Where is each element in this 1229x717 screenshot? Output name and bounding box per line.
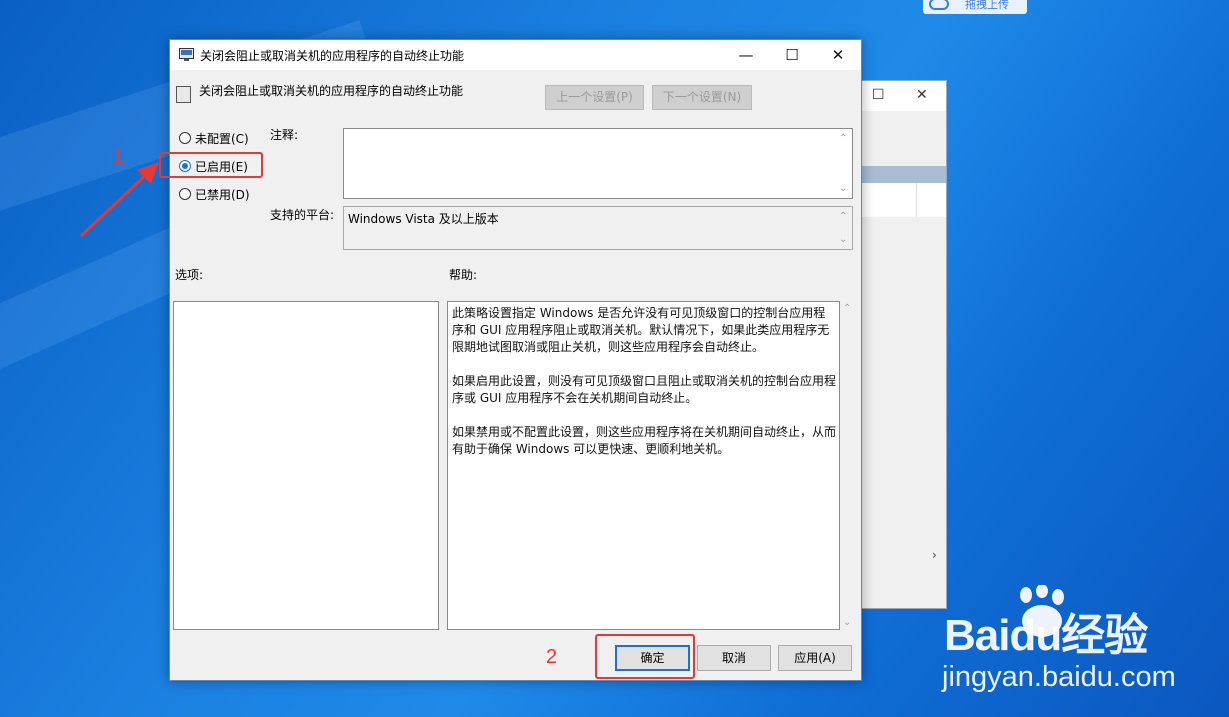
options-panel (173, 301, 439, 630)
help-paragraph: 如果启用此设置，则没有可见顶级窗口且阻止或取消关机的控制台应用程序或 GUI 应… (452, 374, 837, 405)
platform-value: Windows Vista 及以上版本 (348, 212, 499, 226)
platform-scrollbar[interactable]: ⌃ ⌄ (836, 207, 852, 249)
background-window[interactable]: ☐ ✕ › (862, 80, 947, 609)
help-text: 此策略设置指定 Windows 是否允许没有可见顶级窗口的控制台应用程序和 GU… (452, 305, 837, 475)
policy-app-icon (179, 48, 194, 61)
annotation-box-ok (595, 634, 695, 679)
platform-label: 支持的平台: (270, 208, 335, 222)
annotation-number-2: 2 (546, 646, 558, 668)
help-label: 帮助: (449, 268, 478, 282)
watermark-url: jingyan.baidu.com (942, 661, 1176, 693)
cancel-button[interactable]: 取消 (697, 645, 771, 671)
maximize-button[interactable]: ☐ (769, 40, 815, 70)
next-setting-button[interactable]: 下一个设置(N) (652, 85, 752, 110)
upload-chip[interactable]: 拖拽上传 (923, 0, 1027, 14)
close-icon[interactable]: ✕ (916, 87, 928, 103)
apply-button[interactable]: 应用(A) (778, 645, 852, 671)
scroll-up-icon[interactable]: ⌃ (839, 133, 847, 144)
scroll-down-icon[interactable]: ⌄ (839, 234, 847, 245)
scroll-up-icon[interactable]: ⌃ (843, 303, 851, 314)
previous-setting-button[interactable]: 上一个设置(P) (545, 85, 644, 110)
maximize-icon[interactable]: ☐ (872, 87, 885, 103)
comment-textarea[interactable]: ⌃ ⌄ (343, 128, 853, 199)
column-divider (916, 183, 917, 217)
help-paragraph: 此策略设置指定 Windows 是否允许没有可见顶级窗口的控制台应用程序和 GU… (452, 306, 830, 354)
policy-dialog: 关闭会阻止或取消关机的应用程序的自动终止功能 — ☐ ✕ 关闭会阻止或取消关机的… (169, 39, 862, 681)
platform-field: Windows Vista 及以上版本 ⌃ ⌄ (343, 206, 853, 250)
help-scrollbar[interactable]: ⌃ ⌄ (841, 301, 855, 630)
radio-label: 未配置(C) (195, 132, 249, 146)
setting-header-title: 关闭会阻止或取消关机的应用程序的自动终止功能 (199, 84, 464, 98)
radio-label: 已禁用(D) (195, 188, 250, 202)
list-row (862, 183, 946, 217)
upload-chip-label: 拖拽上传 (965, 0, 1009, 11)
scroll-down-icon[interactable]: ⌄ (839, 183, 847, 194)
options-label: 选项: (175, 268, 204, 282)
radio-disabled[interactable]: 已禁用(D) (179, 186, 259, 204)
background-window-titlebar[interactable]: ☐ ✕ (862, 81, 946, 111)
comment-scrollbar[interactable]: ⌃ ⌄ (836, 129, 852, 198)
cloud-link-icon (929, 0, 949, 10)
watermark-logo-text: Baidu经验 (944, 611, 1148, 660)
radio-not-configured[interactable]: 未配置(C) (179, 130, 259, 148)
help-paragraph: 如果禁用或不配置此设置，则这些应用程序将在关机期间自动终止，从而有助于确保 Wi… (452, 425, 837, 456)
radio-indicator[interactable] (179, 132, 191, 144)
setting-icon (176, 86, 191, 103)
radio-indicator[interactable] (179, 188, 191, 200)
dialog-title: 关闭会阻止或取消关机的应用程序的自动终止功能 (200, 49, 465, 63)
help-panel: 此策略设置指定 Windows 是否允许没有可见顶级窗口的控制台应用程序和 GU… (447, 301, 840, 630)
scroll-down-icon[interactable]: ⌄ (843, 617, 851, 628)
scroll-up-icon[interactable]: ⌃ (839, 211, 847, 222)
comment-label: 注释: (270, 128, 299, 142)
baidu-jingyan-watermark: Baidu经验 jingyan.baidu.com (940, 585, 1229, 715)
minimize-button[interactable]: — (723, 40, 769, 70)
annotation-box-enabled (159, 152, 263, 178)
close-button[interactable]: ✕ (815, 40, 861, 70)
annotation-arrow (79, 162, 159, 238)
selected-row-band (862, 166, 946, 183)
chevron-right-icon[interactable]: › (932, 548, 937, 562)
dialog-titlebar[interactable]: 关闭会阻止或取消关机的应用程序的自动终止功能 — ☐ ✕ (170, 40, 861, 70)
